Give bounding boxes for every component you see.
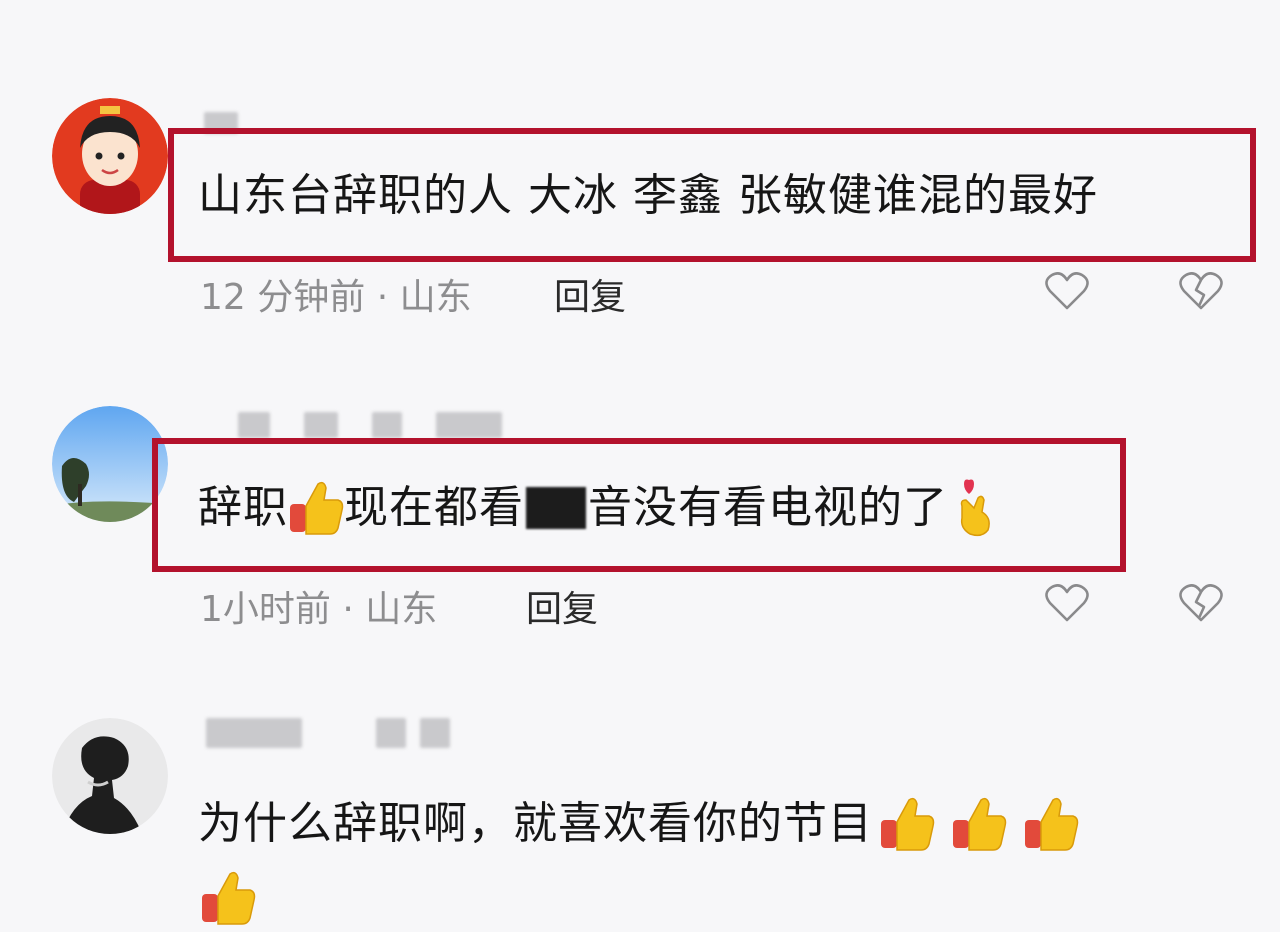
thumbs-up-emoji: [200, 868, 256, 928]
username-blurred[interactable]: [206, 718, 450, 748]
thumbs-up-emoji: [1023, 794, 1079, 854]
comment-item: 为什么辞职啊，就喜欢看你的节目: [0, 0, 1280, 932]
avatar[interactable]: [52, 718, 168, 834]
comment-text-continued: [200, 868, 256, 928]
comment-text: 为什么辞职啊，就喜欢看你的节目: [198, 794, 1079, 854]
comment-text-segment: 为什么辞职啊，就喜欢看你的节目: [198, 798, 873, 849]
thumbs-up-emoji: [951, 794, 1007, 854]
thumbs-up-emoji: [879, 794, 935, 854]
